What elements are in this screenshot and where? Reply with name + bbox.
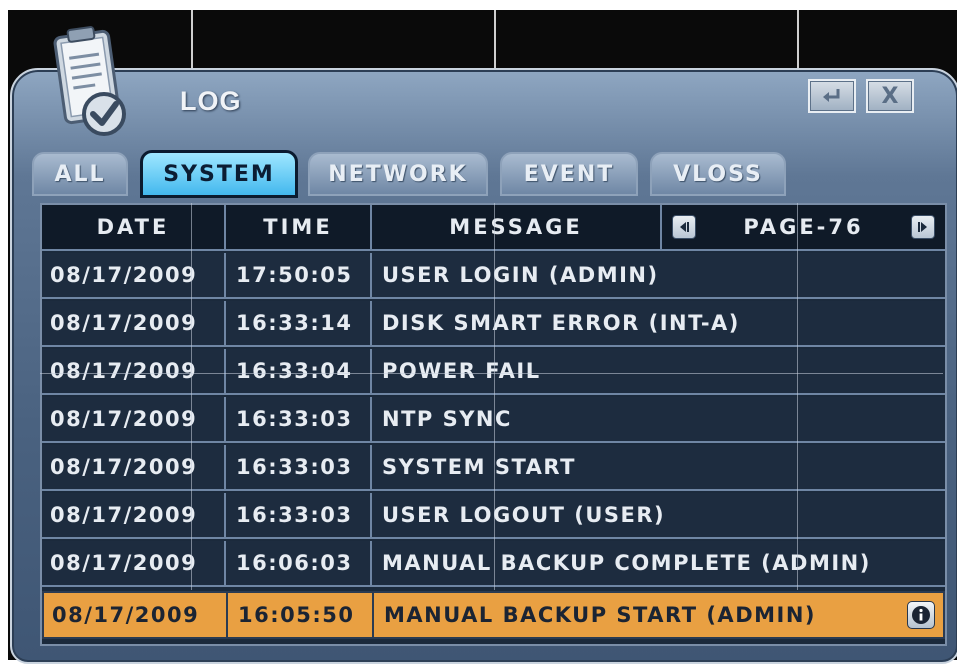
- row-date: 08/17/2009: [42, 397, 226, 441]
- row-message: DISK SMART ERROR (INT-A): [382, 311, 740, 335]
- row-date: 08/17/2009: [42, 349, 226, 393]
- row-date: 08/17/2009: [44, 593, 228, 637]
- close-button[interactable]: X: [866, 79, 914, 113]
- info-icon[interactable]: [907, 601, 935, 629]
- row-time: 16:05:50: [228, 593, 374, 637]
- page-label: PAGE-76: [743, 215, 864, 239]
- tab-event[interactable]: EVENT: [500, 152, 638, 196]
- video-grid-line: [797, 203, 798, 590]
- row-message: USER LOGOUT (USER): [382, 503, 666, 527]
- tab-vloss[interactable]: VLOSS: [650, 152, 786, 196]
- tab-system[interactable]: SYSTEM: [140, 150, 298, 198]
- video-grid-line: [191, 10, 193, 70]
- row-message: MANUAL BACKUP START (ADMIN): [384, 603, 817, 627]
- video-grid-line: [191, 203, 192, 590]
- tab-network[interactable]: NETWORK: [308, 152, 488, 196]
- row-time: 16:33:03: [226, 445, 372, 489]
- row-date: 08/17/2009: [42, 301, 226, 345]
- video-grid-line: [797, 10, 799, 70]
- row-time: 16:33:04: [226, 349, 372, 393]
- video-grid-line: [40, 373, 943, 374]
- row-date: 08/17/2009: [42, 445, 226, 489]
- row-time: 17:50:05: [226, 253, 372, 297]
- dialog-title: LOG: [180, 86, 242, 116]
- row-time: 16:33:14: [226, 301, 372, 345]
- next-page-icon[interactable]: [911, 215, 935, 239]
- row-time: 16:33:03: [226, 397, 372, 441]
- header-time: TIME: [226, 205, 372, 249]
- row-message: NTP SYNC: [382, 407, 512, 431]
- enter-return-icon[interactable]: [808, 79, 856, 113]
- row-message: USER LOGIN (ADMIN): [382, 263, 659, 287]
- header-message: MESSAGE: [372, 205, 662, 249]
- row-date: 08/17/2009: [42, 541, 226, 585]
- clipboard-check-icon: [52, 22, 132, 142]
- row-date: 08/17/2009: [42, 493, 226, 537]
- video-grid-line: [494, 203, 495, 590]
- row-message: MANUAL BACKUP COMPLETE (ADMIN): [382, 551, 871, 575]
- row-message: POWER FAIL: [382, 359, 541, 383]
- table-row-selected[interactable]: 08/17/2009 16:05:50 MANUAL BACKUP START …: [42, 591, 945, 639]
- tab-all[interactable]: ALL: [32, 152, 128, 196]
- header-date: DATE: [42, 205, 226, 249]
- pager: PAGE-76: [662, 205, 945, 249]
- row-message: SYSTEM START: [382, 455, 576, 479]
- prev-page-icon[interactable]: [672, 215, 696, 239]
- row-time: 16:06:03: [226, 541, 372, 585]
- row-date: 08/17/2009: [42, 253, 226, 297]
- row-time: 16:33:03: [226, 493, 372, 537]
- video-grid-line: [494, 10, 496, 70]
